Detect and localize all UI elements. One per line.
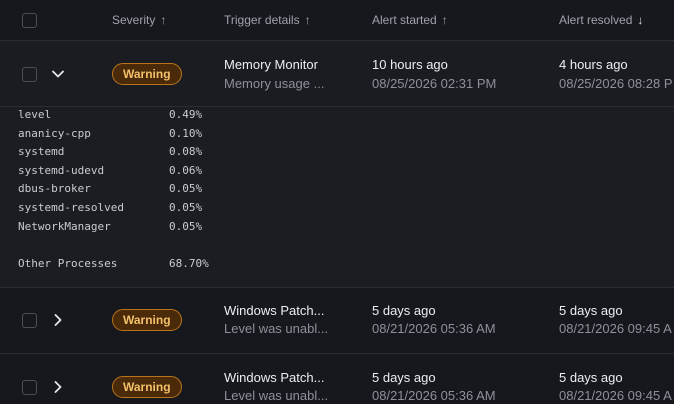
trigger-subtitle: Memory usage ... <box>224 76 325 91</box>
process-name: dbus-broker <box>18 182 91 195</box>
process-name: level <box>18 108 52 121</box>
alert-resolved-relative: 5 days ago <box>559 303 623 318</box>
alert-resolved-relative: 4 hours ago <box>559 57 628 72</box>
process-details-panel: level 0.49% ananicy-cpp 0.10% systemd 0.… <box>0 107 674 288</box>
arrow-up-icon: ↑ <box>304 13 311 27</box>
process-percent: 0.05% <box>169 220 203 233</box>
trigger-subtitle: Level was unabl... <box>224 388 329 403</box>
process-name: systemd <box>18 145 65 158</box>
column-alert-started[interactable]: Alert started ↑ <box>372 13 448 27</box>
alert-started-timestamp: 08/25/2026 02:31 PM <box>372 76 497 91</box>
alert-started-relative: 10 hours ago <box>372 57 448 72</box>
alert-resolved-timestamp: 08/21/2026 09:45 A <box>559 321 672 336</box>
chevron-right-icon[interactable] <box>50 379 66 395</box>
alert-started-timestamp: 08/21/2026 05:36 AM <box>372 388 496 403</box>
process-name: ananicy-cpp <box>18 127 91 140</box>
process-percent: 0.06% <box>169 164 203 177</box>
process-percent: 0.49% <box>169 108 203 121</box>
trigger-subtitle: Level was unabl... <box>224 321 329 336</box>
arrow-up-icon: ↑ <box>441 13 448 27</box>
other-processes-label: Other Processes <box>18 257 118 270</box>
alert-resolved-timestamp: 08/21/2026 09:45 A <box>559 388 672 403</box>
table-row[interactable]: Warning Windows Patch... Level was unabl… <box>0 355 674 404</box>
column-alert-resolved[interactable]: Alert resolved ↓ <box>559 13 643 27</box>
chevron-right-icon[interactable] <box>50 312 66 328</box>
row-checkbox[interactable] <box>22 380 37 395</box>
alert-started-relative: 5 days ago <box>372 370 436 385</box>
column-trigger-details[interactable]: Trigger details ↑ <box>224 13 311 27</box>
row-checkbox[interactable] <box>22 67 37 82</box>
alert-resolved-timestamp: 08/25/2026 08:28 P <box>559 76 673 91</box>
table-row[interactable]: Warning Memory Monitor Memory usage ... … <box>0 41 674 107</box>
warning-badge: Warning <box>112 376 182 398</box>
other-processes-percent: 68.70% <box>169 257 209 270</box>
select-all-checkbox[interactable] <box>22 13 37 28</box>
row-checkbox[interactable] <box>22 313 37 328</box>
column-severity[interactable]: Severity ↑ <box>112 13 166 27</box>
warning-badge: Warning <box>112 309 182 331</box>
alert-started-timestamp: 08/21/2026 05:36 AM <box>372 321 496 336</box>
column-trigger-details-label: Trigger details <box>224 13 300 27</box>
process-percent: 0.05% <box>169 182 203 195</box>
process-name: systemd-udevd <box>18 164 105 177</box>
table-row[interactable]: Warning Windows Patch... Level was unabl… <box>0 288 674 354</box>
table-header: Severity ↑ Trigger details ↑ Alert start… <box>0 0 674 41</box>
trigger-title: Memory Monitor <box>224 57 318 72</box>
process-percent: 0.10% <box>169 127 203 140</box>
alert-started-relative: 5 days ago <box>372 303 436 318</box>
warning-badge: Warning <box>112 63 182 85</box>
process-name: NetworkManager <box>18 220 111 233</box>
trigger-title: Windows Patch... <box>224 303 325 318</box>
process-percent: 0.05% <box>169 201 203 214</box>
process-percent: 0.08% <box>169 145 203 158</box>
trigger-title: Windows Patch... <box>224 370 325 385</box>
column-alert-resolved-label: Alert resolved <box>559 13 633 27</box>
process-name: systemd-resolved <box>18 201 124 214</box>
alerts-table: Severity ↑ Trigger details ↑ Alert start… <box>0 0 674 404</box>
column-severity-label: Severity <box>112 13 156 27</box>
column-alert-started-label: Alert started <box>372 13 437 27</box>
alert-resolved-relative: 5 days ago <box>559 370 623 385</box>
arrow-down-icon: ↓ <box>637 13 644 27</box>
arrow-up-icon: ↑ <box>160 13 167 27</box>
chevron-down-icon[interactable] <box>50 66 66 82</box>
